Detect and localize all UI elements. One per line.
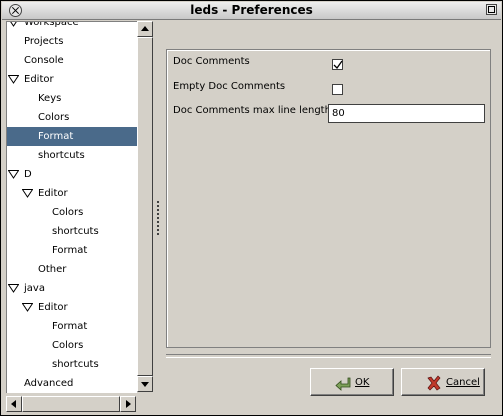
preferences-window: leds - Preferences Workspace Projects Cons… <box>0 0 503 416</box>
tree-item-label: Format <box>52 245 88 256</box>
tree-item-label: Advanced <box>24 378 74 389</box>
expand-triangle-icon[interactable] <box>22 189 33 198</box>
tree-item[interactable]: Colors <box>7 108 137 127</box>
ok-button[interactable]: OK <box>310 368 394 396</box>
empty-doc-comments-label: Empty Doc Comments <box>173 81 286 92</box>
cancel-x-icon <box>427 375 441 391</box>
tree-item-label: Format <box>52 321 88 332</box>
tree-item[interactable]: Projects <box>7 32 137 51</box>
tree-item[interactable]: shortcuts <box>7 355 137 374</box>
tree-item[interactable]: Format <box>7 317 137 336</box>
tree-item-label: shortcuts <box>52 359 99 370</box>
grip-dot <box>157 209 159 211</box>
tree-item-label: Format <box>38 131 74 142</box>
tree-item-label: Editor <box>24 74 54 85</box>
tree-item-label: Colors <box>38 112 70 123</box>
tree-item[interactable]: Keys <box>7 89 137 108</box>
tree-item-label: Other <box>38 264 67 275</box>
tree-item[interactable]: Editor <box>7 70 137 89</box>
scroll-thumb[interactable] <box>137 37 153 376</box>
scroll-up-button[interactable] <box>137 21 153 37</box>
grip-dot <box>157 201 159 203</box>
grip-dot <box>157 225 159 227</box>
tree-item[interactable]: java <box>7 279 137 298</box>
arrow-up-icon <box>141 26 149 31</box>
tree-item[interactable]: shortcuts <box>7 146 137 165</box>
tree-item[interactable]: Other <box>7 260 137 279</box>
cancel-button-label: Cancel <box>446 377 480 388</box>
tree-item-label: Workspace <box>24 21 79 28</box>
arrow-down-icon <box>141 382 149 387</box>
tree-item-label: shortcuts <box>52 226 99 237</box>
arrow-left-icon <box>11 400 16 408</box>
scroll-right-button[interactable] <box>120 396 136 412</box>
tree-item[interactable]: Colors <box>7 203 137 222</box>
tree-item-label: java <box>24 283 45 294</box>
scroll-left-button[interactable] <box>6 396 22 412</box>
grip-dot <box>157 217 159 219</box>
grip-dot <box>157 221 159 223</box>
grip-dot <box>157 205 159 207</box>
expand-triangle-icon[interactable] <box>8 284 19 293</box>
tree-vertical-scrollbar[interactable] <box>137 21 153 392</box>
preferences-tree[interactable]: Workspace Projects Console Editor Keys Colors… <box>6 21 137 393</box>
grip-dot <box>157 229 159 231</box>
title-bar[interactable]: leds - Preferences <box>2 2 501 20</box>
settings-panel <box>166 49 491 348</box>
check-icon <box>333 60 343 70</box>
expand-triangle-icon[interactable] <box>8 21 19 27</box>
tree-item[interactable]: Advanced <box>7 374 137 393</box>
tree-horizontal-scrollbar[interactable] <box>6 396 136 412</box>
doc-comments-label: Doc Comments <box>173 56 250 67</box>
arrow-right-icon <box>126 400 131 408</box>
tree-item[interactable]: shortcuts <box>7 222 137 241</box>
tree-item[interactable]: Editor <box>7 184 137 203</box>
tree-item-label: Colors <box>52 207 84 218</box>
tree-item-label: Projects <box>24 36 64 47</box>
tree-item[interactable]: Editor <box>7 298 137 317</box>
pane-splitter[interactable] <box>154 21 162 392</box>
ok-button-label: OK <box>355 377 370 388</box>
hscroll-thumb[interactable] <box>22 396 120 412</box>
cancel-button[interactable]: Cancel <box>401 368 485 396</box>
tree-item-label: Editor <box>38 302 68 313</box>
tree-item-label: Console <box>24 55 64 66</box>
max-line-length-label: Doc Comments max line length <box>173 105 331 116</box>
tree-item-label: Keys <box>38 93 62 104</box>
tree-item-label: Editor <box>38 188 68 199</box>
expand-triangle-icon[interactable] <box>8 170 19 179</box>
tree-item[interactable]: Colors <box>7 336 137 355</box>
tree-item[interactable]: Format <box>7 241 137 260</box>
grip-dot <box>157 213 159 215</box>
grip-dot <box>157 233 159 235</box>
doc-comments-checkbox[interactable] <box>332 59 343 70</box>
tree-item-label: shortcuts <box>38 150 85 161</box>
expand-triangle-icon[interactable] <box>22 303 33 312</box>
ok-arrow-icon <box>335 377 351 391</box>
expand-triangle-icon[interactable] <box>8 75 19 84</box>
tree-item-label: D <box>24 169 32 180</box>
tree-item[interactable]: D <box>7 165 137 184</box>
separator <box>166 354 491 358</box>
window-title: leds - Preferences <box>190 3 313 17</box>
tree-item[interactable]: Format <box>7 127 137 146</box>
max-line-length-input[interactable]: 80 <box>328 104 485 123</box>
scroll-down-button[interactable] <box>137 376 153 392</box>
maximize-icon[interactable] <box>486 4 497 15</box>
tree-item-label: Colors <box>52 340 84 351</box>
tree-item[interactable]: Console <box>7 51 137 70</box>
tree-item[interactable]: Workspace <box>7 21 137 32</box>
empty-doc-comments-checkbox[interactable] <box>332 84 343 95</box>
